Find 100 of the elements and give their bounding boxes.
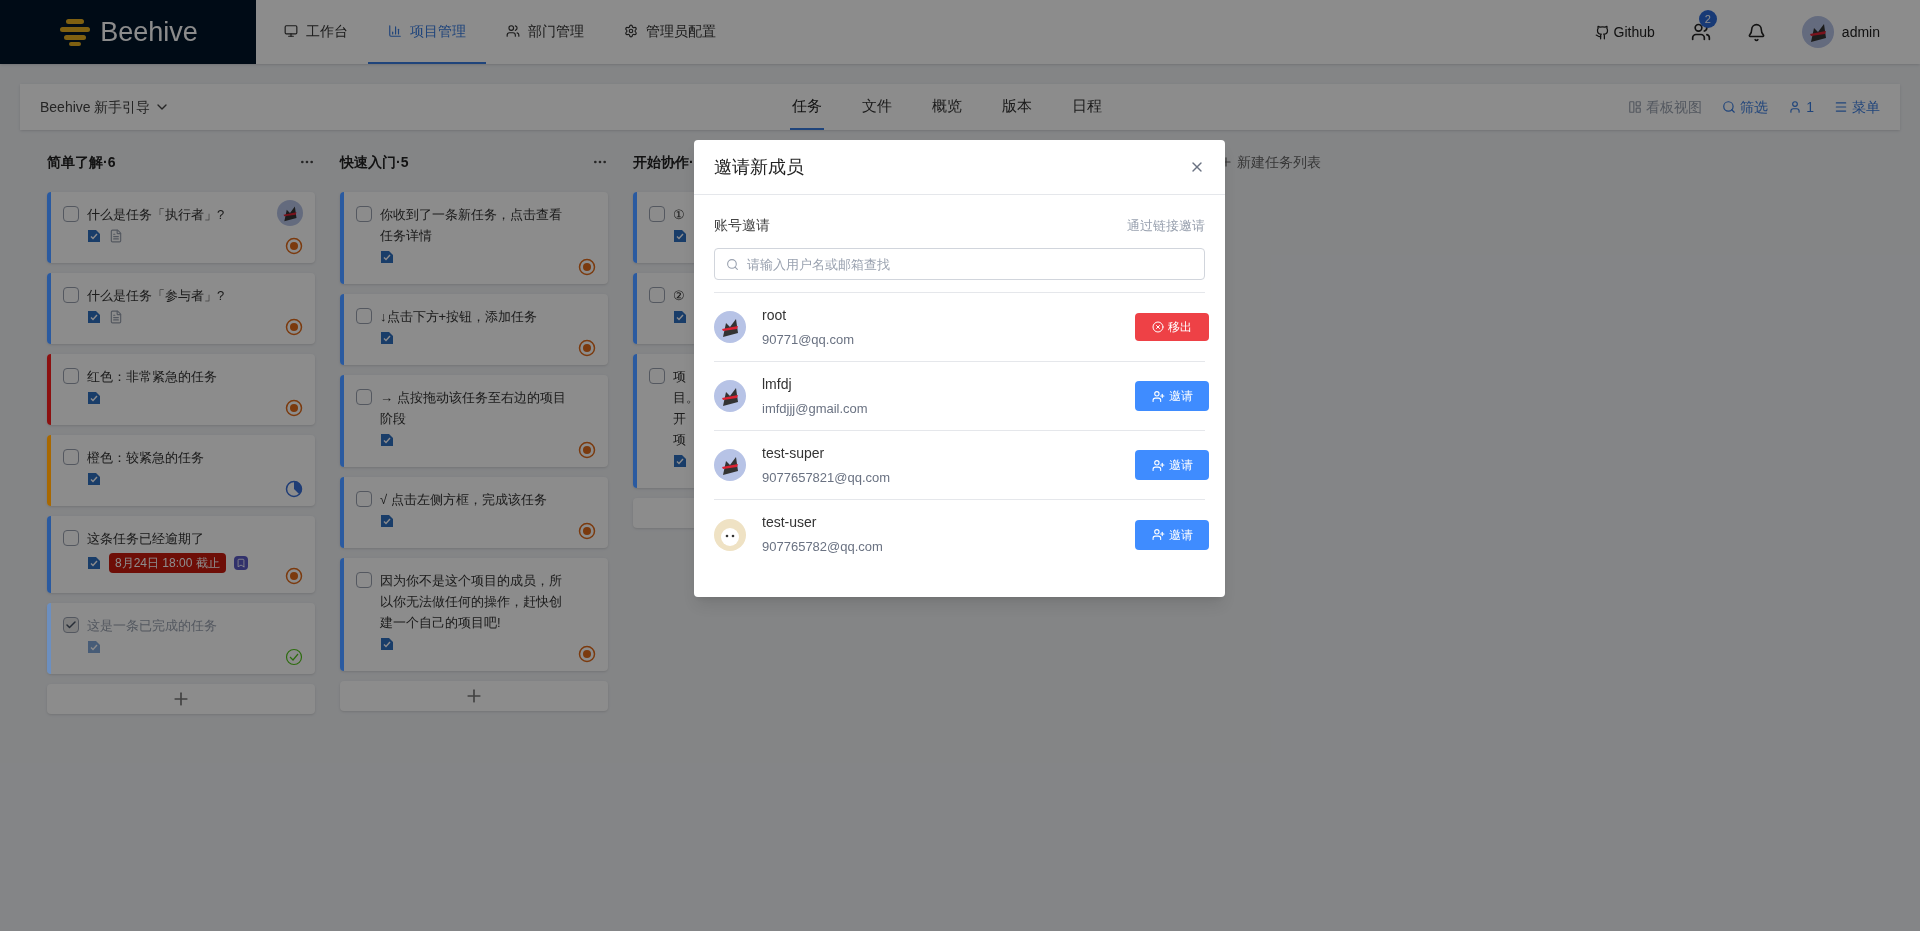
checkbox[interactable] — [356, 572, 372, 588]
add-user-icon — [1151, 528, 1165, 541]
task-card[interactable]: 什么是任务「参与者」? — [47, 273, 315, 344]
task-title: 项 — [673, 431, 686, 449]
view-tab[interactable]: 日程 — [1070, 84, 1104, 130]
checkbox[interactable] — [63, 617, 79, 633]
project-selector[interactable]: Beehive 新手引导 — [40, 96, 171, 118]
toolbar-button[interactable]: 筛选 — [1722, 96, 1769, 118]
task-card[interactable]: √ 点击左侧方框，完成该任务 — [340, 477, 608, 548]
task-title: ① — [673, 206, 685, 224]
column-title: 简单了解·6 — [47, 152, 116, 172]
monitor-icon — [284, 24, 298, 38]
task-title: 橙色：较紧急的任务 — [87, 449, 204, 467]
nav-tab[interactable]: 部门管理 — [486, 0, 604, 64]
nav-tab[interactable]: 项目管理 — [368, 0, 486, 64]
task-check-icon — [380, 433, 394, 447]
checkbox[interactable] — [356, 206, 372, 222]
invite-button[interactable]: 邀请 — [1135, 519, 1209, 550]
remove-button[interactable]: 移出 — [1135, 313, 1209, 341]
status-circle-icon[interactable] — [285, 567, 303, 585]
link-invite[interactable]: 通过链接邀请 — [1127, 215, 1205, 236]
checkbox[interactable] — [63, 287, 79, 303]
task-title: 什么是任务「参与者」? — [87, 287, 225, 305]
task-title: 项 — [673, 368, 686, 386]
status-circle-icon[interactable] — [285, 237, 303, 255]
search-icon — [1722, 100, 1737, 114]
status-circle-icon[interactable] — [578, 645, 596, 663]
bar-chart-icon — [388, 24, 402, 38]
user-avatar-icon — [1801, 16, 1834, 48]
nav-tab[interactable]: 工作台 — [264, 0, 368, 64]
view-tab[interactable]: 文件 — [860, 84, 894, 130]
invite-button[interactable]: 邀请 — [1135, 381, 1209, 411]
member-name: lmfdj — [762, 374, 793, 394]
checkbox[interactable] — [649, 206, 665, 222]
view-tab[interactable]: 任务 — [790, 84, 824, 130]
user-name[interactable]: admin — [1841, 21, 1880, 43]
users-icon — [506, 24, 520, 38]
brand-name: Beehive — [100, 15, 198, 49]
task-title: 开 — [673, 410, 686, 428]
task-title: ② — [673, 287, 685, 305]
add-user-icon — [1151, 389, 1165, 403]
task-card[interactable]: 红色：非常紧急的任务 — [47, 354, 315, 425]
user-icon — [1788, 100, 1803, 114]
checkbox[interactable] — [63, 449, 79, 465]
status-circle-icon[interactable] — [285, 318, 303, 336]
member-avatar-icon — [714, 311, 746, 343]
status-circle-icon[interactable] — [578, 339, 596, 357]
search-icon — [726, 258, 739, 271]
check-circle-icon[interactable] — [285, 648, 303, 666]
view-tab[interactable]: 概览 — [930, 84, 964, 130]
github-link[interactable]: Github — [1594, 21, 1655, 43]
toolbar-button[interactable]: 菜单 — [1834, 96, 1880, 118]
task-check-icon — [87, 472, 101, 486]
task-card[interactable]: 因为你不是这个项目的成员，所以你无法做任何的操作，赶快创建一个自己的项目吧! — [340, 558, 608, 671]
checkbox[interactable] — [649, 287, 665, 303]
status-circle-icon[interactable] — [578, 258, 596, 276]
member-name: test-user — [762, 513, 818, 533]
task-title: 什么是任务「执行者」? — [87, 206, 225, 224]
checkbox[interactable] — [63, 530, 79, 546]
task-card[interactable]: 你收到了一条新任务，点击查看任务详情 — [340, 192, 608, 284]
status-circle-icon[interactable] — [578, 441, 596, 459]
task-check-icon — [673, 454, 687, 468]
task-card[interactable]: 什么是任务「执行者」? — [47, 192, 315, 263]
half-pie-icon[interactable] — [285, 480, 303, 498]
bell-icon[interactable] — [1746, 22, 1766, 42]
github-icon — [1594, 24, 1610, 40]
column-title: 开始协作· — [633, 152, 694, 172]
new-list-button[interactable]: 新建任务列表 — [1219, 150, 1321, 174]
status-circle-icon[interactable] — [578, 522, 596, 540]
checkbox[interactable] — [63, 206, 79, 222]
task-check-icon — [380, 250, 394, 264]
gear-icon — [624, 24, 638, 38]
checkbox[interactable] — [649, 368, 665, 384]
task-check-icon — [380, 514, 394, 528]
checkbox[interactable] — [356, 491, 372, 507]
task-check-icon — [87, 556, 101, 570]
toolbar-button[interactable]: 1 — [1788, 96, 1814, 118]
due-date-tag: 8月24日 18:00 截止 — [109, 553, 226, 573]
task-card[interactable]: → 点按拖动该任务至右边的项目阶段 — [340, 375, 608, 467]
section-label: 账号邀请 — [714, 216, 770, 235]
member-email: imfdjjj@gmail.com — [762, 399, 869, 418]
task-check-icon — [87, 229, 101, 243]
task-check-icon — [87, 310, 101, 324]
task-title: → 点按拖动该任务至右边的项目阶段 — [380, 389, 567, 428]
task-check-icon — [673, 229, 687, 243]
board-icon — [1628, 100, 1643, 114]
member-email: 907765782@qq.com — [762, 538, 884, 557]
task-card[interactable]: 橙色：较紧急的任务 — [47, 435, 315, 506]
checkbox[interactable] — [356, 389, 372, 405]
invite-button[interactable]: 邀请 — [1135, 450, 1209, 480]
checkbox[interactable] — [63, 368, 79, 384]
search-field[interactable]: 请输入用户名或邮箱查找 — [714, 248, 1205, 280]
checkbox[interactable] — [356, 308, 372, 324]
task-check-icon — [380, 637, 394, 651]
nav-tab[interactable]: 管理员配置 — [604, 0, 736, 64]
task-card[interactable]: ↓点击下方+按钮，添加任务 — [340, 294, 608, 365]
view-tab[interactable]: 版本 — [1000, 84, 1034, 130]
task-card[interactable]: 这条任务已经逾期了 8月24日 18:00 截止 — [47, 516, 315, 593]
status-circle-icon[interactable] — [285, 399, 303, 417]
team-icon[interactable] — [1690, 22, 1711, 42]
